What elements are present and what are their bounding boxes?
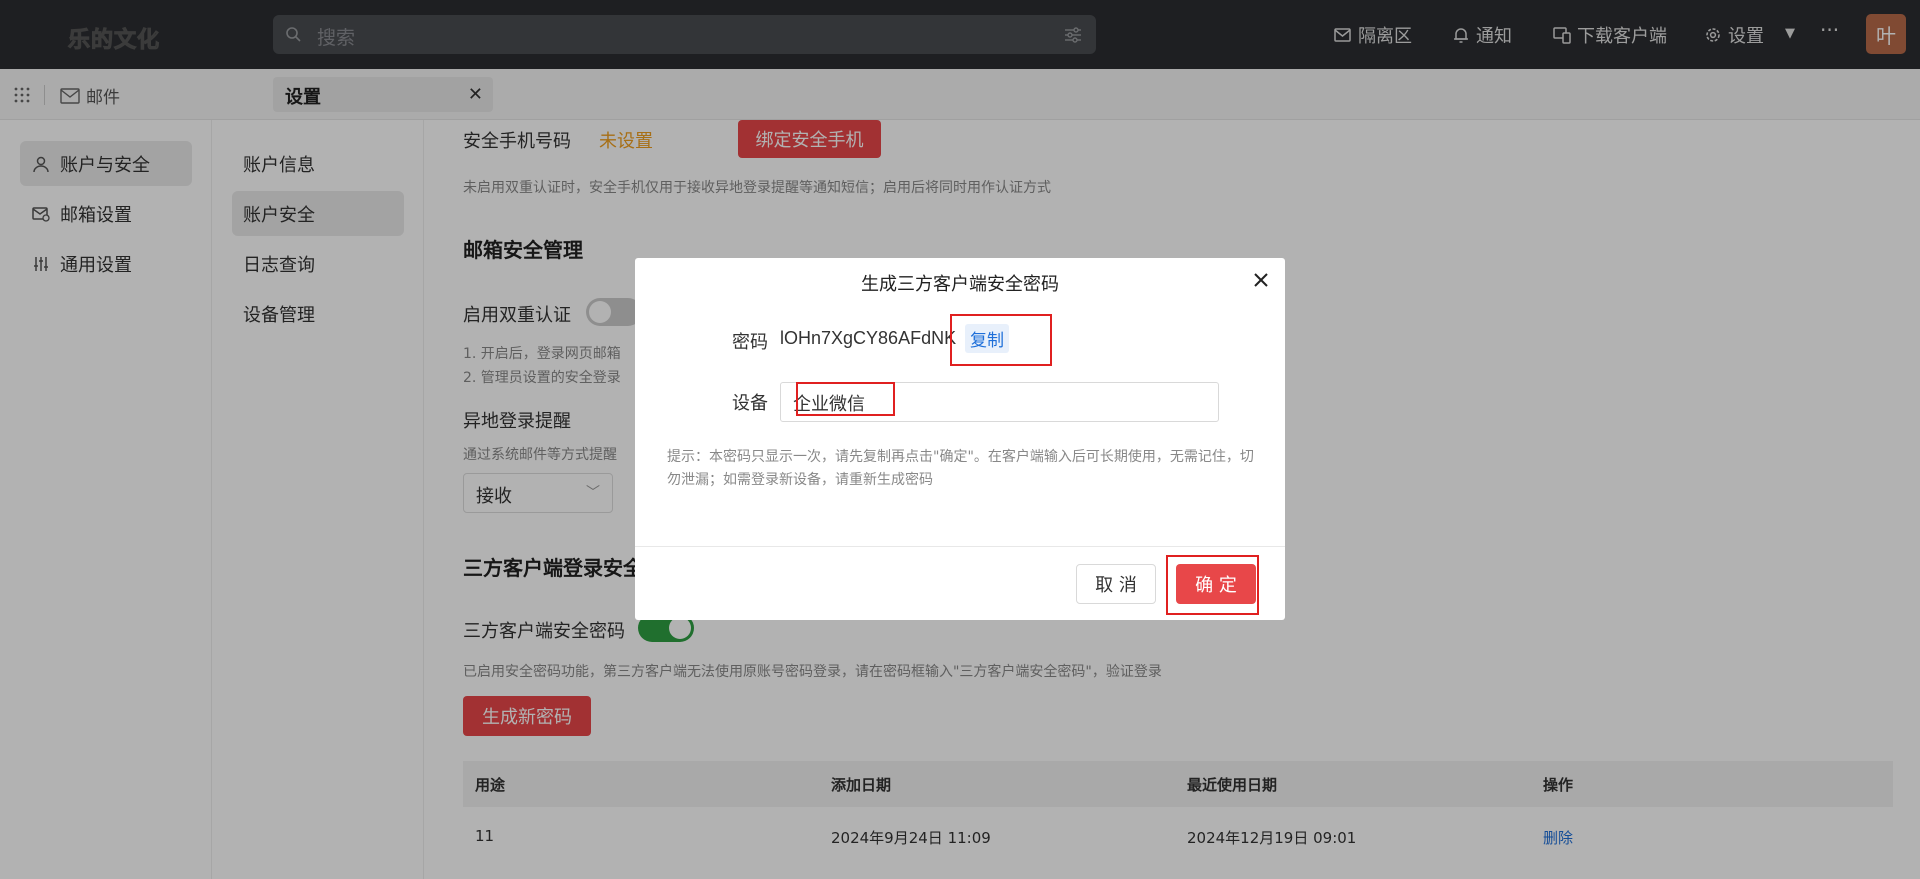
dialog-title: 生成三方客户端安全密码	[861, 274, 1059, 295]
highlight-box	[796, 382, 895, 416]
password-label: 密码	[732, 332, 768, 353]
dialog-hint: 提示：本密码只显示一次，请先复制再点击"确定"。在客户端输入后可长期使用，无需记…	[667, 449, 1254, 488]
generate-password-dialog: 生成三方客户端安全密码 密码 lOHn7XgCY86AFdNK 复制 设备 企业…	[635, 258, 1285, 620]
cancel-button[interactable]: 取 消	[1076, 564, 1156, 604]
password-value: lOHn7XgCY86AFdNK	[780, 328, 957, 348]
highlight-box	[1166, 555, 1259, 615]
divider	[635, 546, 1285, 547]
device-label: 设备	[732, 393, 768, 414]
close-icon[interactable]	[1251, 270, 1271, 290]
highlight-box	[950, 314, 1052, 366]
